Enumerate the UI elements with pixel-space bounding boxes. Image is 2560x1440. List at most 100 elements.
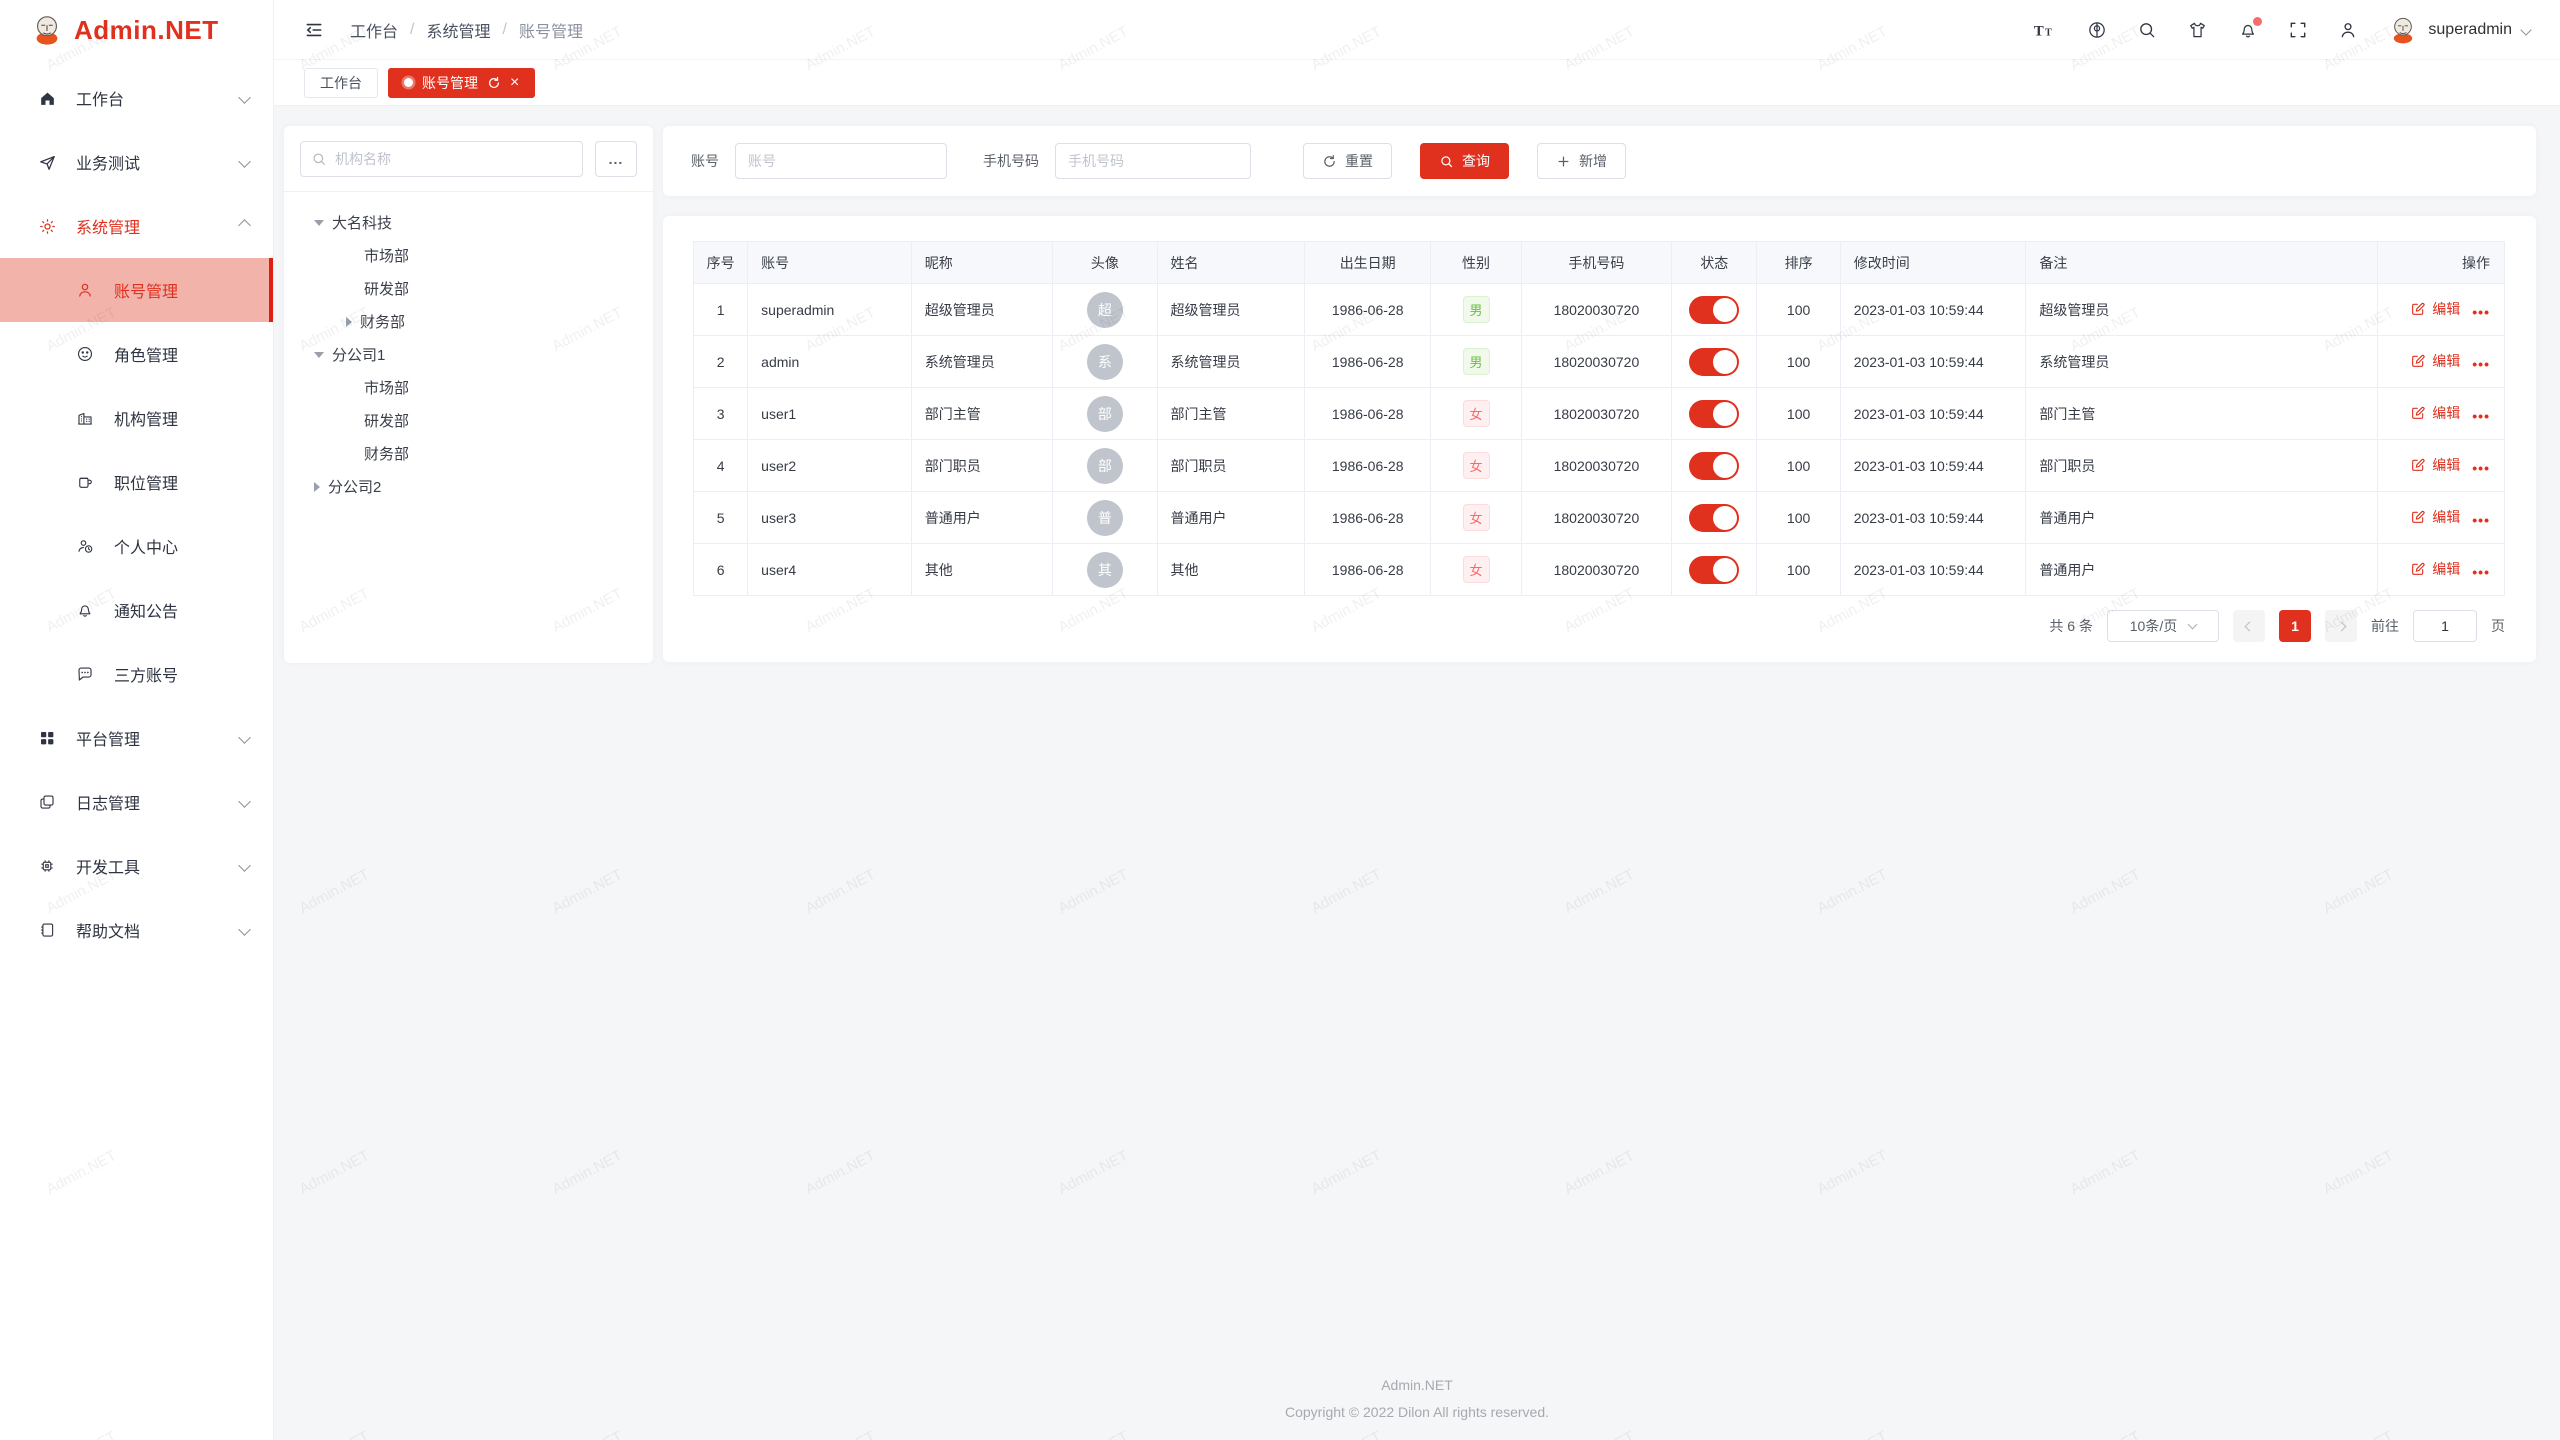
tab-close-icon[interactable]: × <box>510 75 519 91</box>
sidebar-item-system-mgmt[interactable]: 系统管理 <box>0 194 273 258</box>
org-search-input[interactable] <box>335 151 572 167</box>
cell-account: superadmin <box>748 284 912 336</box>
status-toggle[interactable] <box>1689 348 1739 376</box>
toggle-knob <box>1713 558 1737 582</box>
edit-button[interactable]: 编辑 <box>2410 455 2460 475</box>
tree-node[interactable]: 分公司1 <box>284 338 653 371</box>
cell-gender: 女 <box>1431 544 1521 596</box>
tree-node[interactable]: 分公司2 <box>284 470 653 503</box>
tree-caret-icon[interactable] <box>346 317 352 327</box>
filter-panel: 账号 手机号码 重置 查询 新增 <box>663 126 2536 196</box>
sidebar-item-position-mgmt[interactable]: 职位管理 <box>0 450 273 514</box>
prev-page-button[interactable] <box>2233 610 2265 642</box>
tree-node[interactable]: 市场部 <box>284 371 653 404</box>
sidebar-item-label: 帮助文档 <box>76 918 140 942</box>
breadcrumb-item[interactable]: 工作台 <box>350 18 398 42</box>
row-more-button[interactable]: ••• <box>2472 356 2490 372</box>
breadcrumb-item[interactable]: 系统管理 <box>426 18 490 42</box>
tree-caret-icon[interactable] <box>314 482 320 492</box>
tree-node-label: 市场部 <box>364 245 409 266</box>
account-filter-input[interactable] <box>735 143 947 179</box>
edit-button[interactable]: 编辑 <box>2410 351 2460 371</box>
phone-filter-input[interactable] <box>1055 143 1251 179</box>
row-more-button[interactable]: ••• <box>2472 460 2490 476</box>
cell-actions: 编辑 ••• <box>2378 388 2505 440</box>
org-tree-panel: ... 大名科技市场部研发部财务部分公司1市场部研发部财务部分公司2 <box>284 126 653 663</box>
table-body: 1superadmin超级管理员超超级管理员1986-06-28男1802003… <box>694 284 2505 596</box>
sidebar-item-log-mgmt[interactable]: 日志管理 <box>0 770 273 834</box>
sidebar-item-role-mgmt[interactable]: 角色管理 <box>0 322 273 386</box>
tree-node[interactable]: 市场部 <box>284 239 653 272</box>
status-toggle[interactable] <box>1689 296 1739 324</box>
tag-view-bar: 工作台 账号管理 × <box>274 60 2560 106</box>
sidebar-item-platform-mgmt[interactable]: 平台管理 <box>0 706 273 770</box>
toggle-knob <box>1713 402 1737 426</box>
page-size-select[interactable]: 10条/页 <box>2107 610 2219 642</box>
cell-phone: 18020030720 <box>1521 284 1671 336</box>
app-logo[interactable]: Admin.NET <box>0 0 273 60</box>
sidebar-item-workbench[interactable]: 工作台 <box>0 66 273 130</box>
search-icon[interactable] <box>2137 20 2157 40</box>
sidebar-item-third-party-account[interactable]: 三方账号 <box>0 642 273 706</box>
gender-badge: 男 <box>1463 296 1490 323</box>
cell-avatar: 超 <box>1053 284 1157 336</box>
tree-caret-icon[interactable] <box>314 352 324 358</box>
cell-birth: 1986-06-28 <box>1304 388 1430 440</box>
fullscreen-icon[interactable] <box>2288 20 2308 40</box>
tab-account-mgmt[interactable]: 账号管理 × <box>388 68 535 98</box>
font-size-icon[interactable]: TT <box>2033 20 2057 40</box>
chevron-right-icon <box>2336 621 2346 631</box>
sidebar-item-business-test[interactable]: 业务测试 <box>0 130 273 194</box>
status-toggle[interactable] <box>1689 400 1739 428</box>
row-more-button[interactable]: ••• <box>2472 512 2490 528</box>
tree-node[interactable]: 大名科技 <box>284 206 653 239</box>
current-page-button[interactable]: 1 <box>2279 610 2311 642</box>
cell-status <box>1672 284 1757 336</box>
column-header: 状态 <box>1672 242 1757 284</box>
edit-button[interactable]: 编辑 <box>2410 507 2460 527</box>
tree-node[interactable]: 研发部 <box>284 272 653 305</box>
breadcrumb: 工作台 / 系统管理 / 账号管理 <box>350 18 583 42</box>
tab-workbench[interactable]: 工作台 <box>304 68 378 98</box>
sidebar-submenu-system: 账号管理 角色管理 机构管理 职位管理 个人中心 通知公告 <box>0 258 273 706</box>
menu-fold-icon[interactable] <box>304 20 324 40</box>
sidebar-item-profile-center[interactable]: 个人中心 <box>0 514 273 578</box>
status-toggle[interactable] <box>1689 504 1739 532</box>
edit-button[interactable]: 编辑 <box>2410 403 2460 423</box>
add-button[interactable]: 新增 <box>1537 143 1626 179</box>
sidebar-item-notice[interactable]: 通知公告 <box>0 578 273 642</box>
user-menu[interactable]: superadmin <box>2388 15 2530 45</box>
tree-node-label: 分公司2 <box>328 476 381 497</box>
next-page-button[interactable] <box>2325 610 2357 642</box>
row-more-button[interactable]: ••• <box>2472 408 2490 424</box>
tree-node[interactable]: 财务部 <box>284 437 653 470</box>
language-icon[interactable] <box>2087 20 2107 40</box>
edit-button[interactable]: 编辑 <box>2410 299 2460 319</box>
org-more-button[interactable]: ... <box>595 141 637 177</box>
sidebar-item-dev-tools[interactable]: 开发工具 <box>0 834 273 898</box>
status-toggle[interactable] <box>1689 452 1739 480</box>
search-button[interactable]: 查询 <box>1420 143 1509 179</box>
theme-shirt-icon[interactable] <box>2187 20 2208 40</box>
status-toggle[interactable] <box>1689 556 1739 584</box>
user-outline-icon[interactable] <box>2338 20 2358 40</box>
chip-icon <box>36 857 58 875</box>
row-more-button[interactable]: ••• <box>2472 564 2490 580</box>
phone-filter-label: 手机号码 <box>983 151 1039 171</box>
tree-caret-icon[interactable] <box>314 220 324 226</box>
goto-page-input[interactable] <box>2413 610 2477 642</box>
org-search-row: ... <box>284 126 653 192</box>
tree-node-label: 财务部 <box>360 311 405 332</box>
sidebar-item-account-mgmt[interactable]: 账号管理 <box>0 258 273 322</box>
reset-button[interactable]: 重置 <box>1303 143 1392 179</box>
tab-refresh-icon[interactable] <box>487 76 501 90</box>
tree-node[interactable]: 财务部 <box>284 305 653 338</box>
cell-index: 2 <box>694 336 748 388</box>
sidebar-item-help-docs[interactable]: 帮助文档 <box>0 898 273 962</box>
edit-button[interactable]: 编辑 <box>2410 559 2460 579</box>
main-content: ... 大名科技市场部研发部财务部分公司1市场部研发部财务部分公司2 账号 手机… <box>274 106 2560 1440</box>
sidebar-item-org-mgmt[interactable]: 机构管理 <box>0 386 273 450</box>
notification-bell-icon[interactable] <box>2238 20 2258 40</box>
tree-node[interactable]: 研发部 <box>284 404 653 437</box>
row-more-button[interactable]: ••• <box>2472 304 2490 320</box>
